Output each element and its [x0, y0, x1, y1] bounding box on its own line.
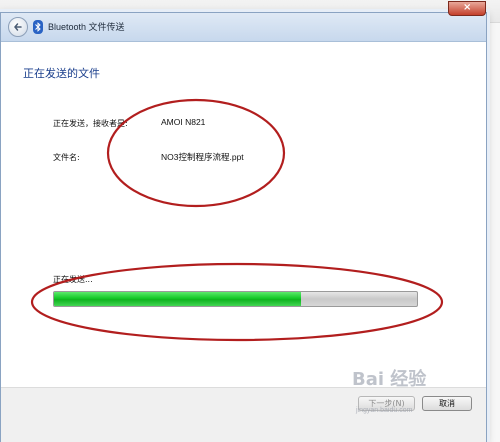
page-heading: 正在发送的文件 — [23, 67, 100, 80]
baidu-watermark-logo: Bai 经验 — [352, 369, 427, 390]
title-bar: Bluetooth 文件传送 — [1, 13, 486, 42]
baidu-watermark-url: jingyan.baidu.com — [356, 407, 413, 414]
back-button[interactable] — [8, 17, 28, 37]
dialog-footer — [1, 387, 486, 442]
window-title: Bluetooth 文件传送 — [48, 22, 125, 32]
receiver-label: 正在发送，接收者是: — [53, 119, 128, 128]
cancel-button[interactable]: 取消 — [422, 396, 472, 411]
progress-fill — [54, 292, 301, 306]
close-button[interactable]: × — [448, 1, 486, 16]
progress-bar — [53, 291, 418, 307]
receiver-value: AMOI N821 — [161, 117, 206, 127]
close-icon: × — [463, 2, 472, 13]
bluetooth-icon — [33, 20, 43, 34]
filename-value: NO3控制程序流程.ppt — [161, 152, 244, 162]
back-arrow-icon — [14, 23, 22, 31]
progress-label: 正在发送... — [53, 275, 93, 284]
filename-label: 文件名: — [53, 153, 80, 162]
